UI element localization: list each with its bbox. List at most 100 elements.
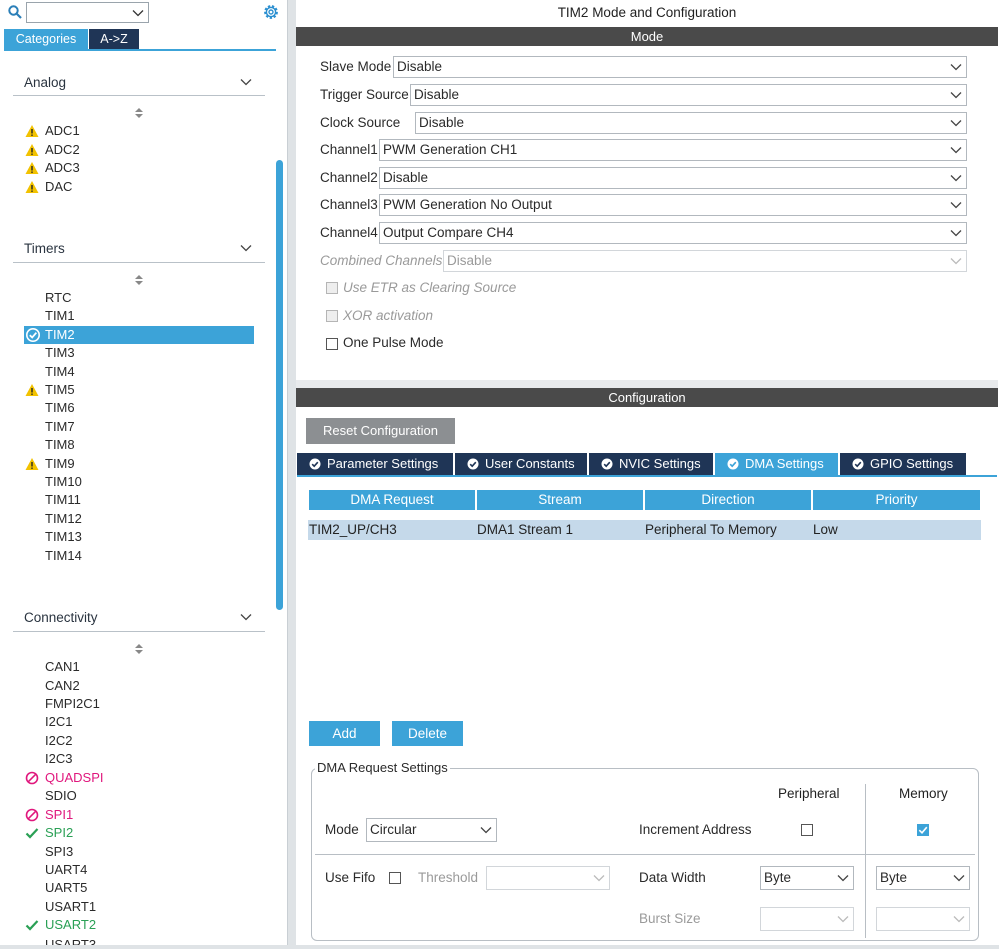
search-icon[interactable] (8, 5, 22, 19)
mode-header: Mode (296, 27, 998, 46)
sidebar-item-adc1[interactable]: ADC1 (25, 122, 80, 140)
delete-button[interactable]: Delete (392, 721, 463, 746)
channel4-select[interactable]: Output Compare CH4 (379, 222, 967, 244)
chevron-down-icon[interactable] (240, 613, 252, 621)
sidebar-scrollbar[interactable] (276, 160, 283, 610)
tab-user-constants[interactable]: User Constants (455, 453, 587, 475)
tab-parameter-settings[interactable]: Parameter Settings (297, 453, 453, 475)
reset-configuration-button[interactable]: Reset Configuration (306, 418, 455, 444)
chevron-down-icon (953, 916, 965, 923)
chevron-down-icon[interactable] (240, 78, 252, 86)
warning-icon (25, 458, 39, 470)
tab-dma-settings[interactable]: DMA Settings (715, 453, 838, 475)
sidebar-item-rtc[interactable]: RTC (45, 289, 71, 307)
slave-mode-label: Slave Mode (320, 59, 392, 74)
sort-icon[interactable] (134, 107, 144, 119)
sort-icon[interactable] (134, 274, 144, 286)
panel-splitter[interactable] (287, 0, 296, 949)
sidebar-item-tim3[interactable]: TIM3 (45, 344, 75, 362)
section-divider (296, 380, 998, 388)
check-icon (918, 826, 928, 834)
memory-header: Memory (899, 786, 948, 801)
memory-increment-checkbox[interactable] (917, 824, 929, 836)
sidebar-item-label: USART1 (45, 899, 97, 914)
sidebar-item-can2[interactable]: CAN2 (45, 677, 80, 695)
sidebar-item-tim10[interactable]: TIM10 (45, 473, 82, 491)
sidebar-item-tim1[interactable]: TIM1 (45, 307, 75, 325)
sidebar-item-spi3[interactable]: SPI3 (45, 843, 73, 861)
sidebar-item-i2c2[interactable]: I2C2 (45, 732, 72, 750)
table-row[interactable]: TIM2_UP/CH3 DMA1 Stream 1 Peripheral To … (308, 520, 981, 540)
sidebar-item-adc3[interactable]: ADC3 (25, 159, 80, 177)
channel1-select[interactable]: PWM Generation CH1 (379, 139, 967, 161)
column-header-dma-request[interactable]: DMA Request (309, 490, 475, 510)
sidebar-item-usart1[interactable]: USART1 (45, 898, 96, 916)
sidebar-item-label: SPI1 (45, 807, 74, 822)
sidebar-item-usart2[interactable]: USART2 (25, 916, 96, 934)
sidebar-item-fmpi2c1[interactable]: FMPI2C1 (45, 695, 100, 713)
sidebar-item-tim14[interactable]: TIM14 (45, 547, 82, 565)
channel3-select[interactable]: PWM Generation No Output (379, 194, 967, 216)
mode-select[interactable]: Circular (366, 818, 497, 842)
gear-icon[interactable] (262, 3, 280, 21)
sidebar-item-tim5[interactable]: TIM5 (25, 381, 75, 399)
sidebar-item-tim2[interactable]: TIM2 (24, 326, 254, 344)
sidebar-item-quadspi[interactable]: QUADSPI (25, 769, 104, 787)
clock-source-select[interactable]: Disable (415, 112, 967, 134)
tab-a-to-z[interactable]: A->Z (89, 29, 139, 49)
sidebar-item-i2c1[interactable]: I2C1 (45, 713, 72, 731)
sidebar-item-spi2[interactable]: SPI2 (25, 824, 73, 842)
clock-source-label: Clock Source (320, 115, 401, 130)
sidebar-item-tim6[interactable]: TIM6 (45, 399, 75, 417)
sidebar-item-dac[interactable]: DAC (25, 178, 72, 196)
peripheral-data-width-select[interactable]: Byte (760, 866, 854, 890)
tab-gpio-settings[interactable]: GPIO Settings (840, 453, 966, 475)
sidebar-item-tim4[interactable]: TIM4 (45, 363, 75, 381)
sidebar-item-tim9[interactable]: TIM9 (25, 455, 75, 473)
check-circle-icon (852, 458, 864, 470)
tab-nvic-settings[interactable]: NVIC Settings (589, 453, 713, 475)
memory-data-width-select[interactable]: Byte (876, 866, 970, 890)
one-pulse-mode-checkbox[interactable] (326, 338, 338, 350)
check-icon (25, 828, 39, 839)
warning-icon (25, 162, 39, 174)
category-timers[interactable]: Timers (24, 239, 65, 259)
sidebar-item-sdio[interactable]: SDIO (45, 787, 77, 805)
sidebar-item-tim7[interactable]: TIM7 (45, 418, 75, 436)
sidebar-item-tim12[interactable]: TIM12 (45, 510, 82, 528)
column-header-priority[interactable]: Priority (813, 490, 980, 510)
search-combo[interactable] (26, 2, 149, 23)
slave-mode-select[interactable]: Disable (393, 56, 967, 78)
sidebar-item-adc2[interactable]: ADC2 (25, 141, 80, 159)
add-button[interactable]: Add (309, 721, 380, 746)
peripheral-data-width-value: Byte (764, 870, 792, 885)
sidebar-item-tim8[interactable]: TIM8 (45, 436, 75, 454)
column-header-direction[interactable]: Direction (645, 490, 811, 510)
sidebar-item-tim13[interactable]: TIM13 (45, 528, 82, 546)
tab-label: Parameter Settings (327, 456, 439, 471)
sort-icon[interactable] (134, 643, 144, 655)
sidebar-item-label: TIM14 (45, 548, 82, 563)
sidebar-item-tim11[interactable]: TIM11 (45, 491, 81, 509)
sidebar-item-label: CAN1 (45, 659, 80, 674)
chevron-down-icon[interactable] (240, 244, 252, 252)
channel2-select[interactable]: Disable (379, 167, 967, 189)
category-connectivity[interactable]: Connectivity (24, 608, 98, 628)
use-fifo-checkbox[interactable] (389, 872, 401, 884)
sidebar-item-can1[interactable]: CAN1 (45, 658, 80, 676)
tab-categories[interactable]: Categories (4, 29, 88, 49)
sidebar-item-label: TIM7 (45, 419, 75, 434)
sidebar-item-i2c3[interactable]: I2C3 (45, 750, 72, 768)
peripheral-header: Peripheral (778, 786, 840, 801)
sidebar-item-uart5[interactable]: UART5 (45, 879, 87, 897)
peripheral-increment-checkbox[interactable] (801, 824, 813, 836)
sidebar-item-label: ADC3 (45, 160, 80, 175)
sidebar-item-label: TIM10 (45, 474, 82, 489)
sidebar-item-uart4[interactable]: UART4 (45, 861, 87, 879)
column-header-stream[interactable]: Stream (477, 490, 643, 510)
slave-mode-value: Disable (397, 59, 443, 74)
sidebar-item-spi1[interactable]: SPI1 (25, 806, 74, 824)
trigger-source-select[interactable]: Disable (410, 84, 967, 106)
category-analog[interactable]: Analog (24, 73, 66, 93)
chevron-down-icon (950, 120, 962, 127)
